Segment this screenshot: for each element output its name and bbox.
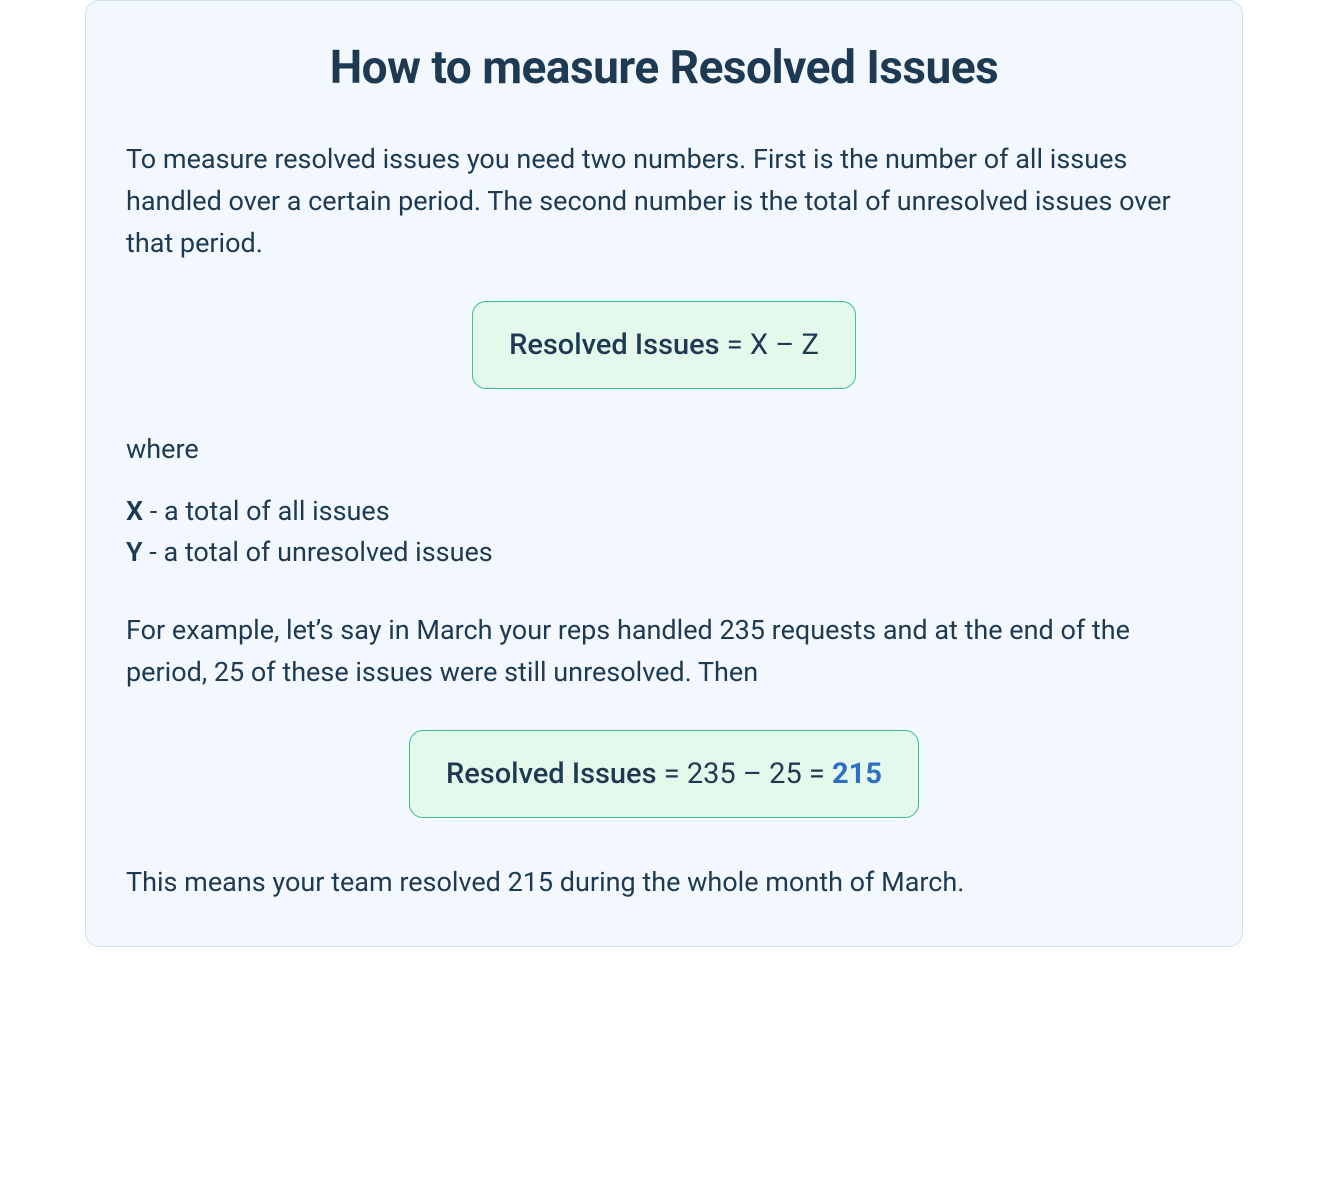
formula1-rhs: X – Z (750, 328, 819, 362)
formula2-result: 215 (832, 757, 882, 791)
formula2-eq: = (657, 757, 687, 791)
definition-y: Y - a total of unresolved issues (126, 532, 1202, 574)
formula1-lhs: Resolved Issues (509, 328, 720, 362)
conclusion-paragraph: This means your team resolved 215 during… (126, 862, 1202, 904)
formula-box-1: Resolved Issues = X – Z (472, 301, 856, 389)
example-paragraph: For example, let’s say in March your rep… (126, 610, 1202, 694)
formula-container-2: Resolved Issues = 235 – 25 = 215 (126, 730, 1202, 818)
info-card: How to measure Resolved Issues To measur… (85, 0, 1243, 947)
formula-box-2: Resolved Issues = 235 – 25 = 215 (409, 730, 919, 818)
where-label: where (126, 433, 1202, 465)
formula1-eq: = (720, 328, 750, 362)
var-x: X (126, 495, 143, 527)
definition-x: X - a total of all issues (126, 491, 1202, 533)
var-y: Y (126, 536, 143, 568)
formula-container-1: Resolved Issues = X – Z (126, 301, 1202, 389)
var-x-desc: - a total of all issues (143, 495, 390, 527)
heading-title: How to measure Resolved Issues (126, 41, 1202, 95)
var-y-desc: - a total of unresolved issues (143, 536, 493, 568)
formula2-mid: 235 – 25 = (687, 757, 832, 791)
formula2-lhs: Resolved Issues (446, 757, 657, 791)
intro-paragraph: To measure resolved issues you need two … (126, 139, 1202, 265)
variable-definitions: X - a total of all issues Y - a total of… (126, 491, 1202, 575)
